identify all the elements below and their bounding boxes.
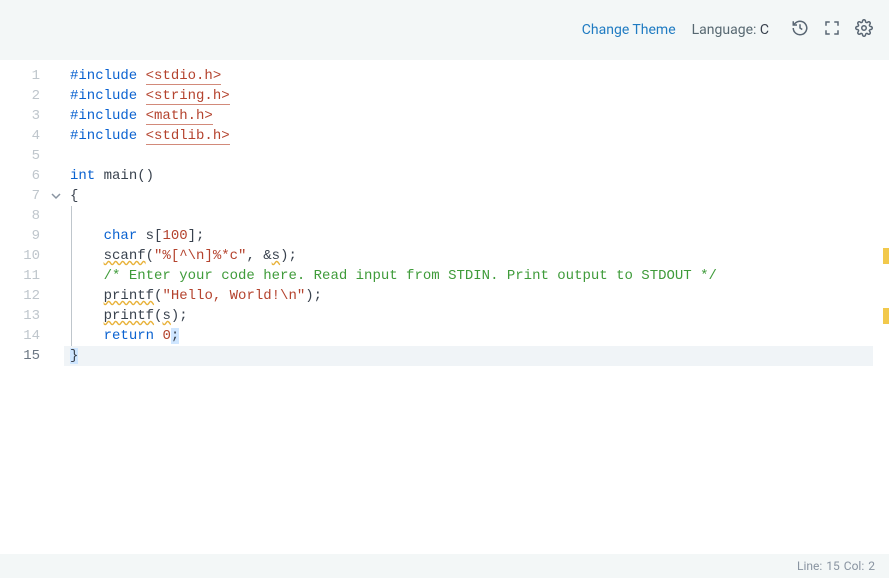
line-number: 15: [0, 346, 40, 366]
warning-marker[interactable]: [883, 308, 889, 324]
change-theme-link[interactable]: Change Theme: [582, 22, 676, 38]
line-number: 1: [0, 66, 40, 86]
fold-slot: [48, 66, 64, 86]
status-line-label: Line:: [797, 559, 822, 573]
code-line[interactable]: printf("Hello, World!\n");: [70, 286, 873, 306]
code-line[interactable]: #include <string.h>: [70, 86, 873, 106]
line-number: 5: [0, 146, 40, 166]
warning-marker[interactable]: [883, 248, 889, 264]
language-indicator[interactable]: Language: C: [692, 22, 769, 38]
line-number: 7: [0, 186, 40, 206]
line-number: 10: [0, 246, 40, 266]
line-number: 6: [0, 166, 40, 186]
fullscreen-icon[interactable]: [823, 19, 841, 41]
fold-slot: [48, 326, 64, 346]
fold-slot: [48, 166, 64, 186]
line-number: 13: [0, 306, 40, 326]
fold-slot: [48, 226, 64, 246]
code-line[interactable]: #include <stdio.h>: [70, 66, 873, 86]
line-number: 12: [0, 286, 40, 306]
code-line[interactable]: #include <math.h>: [70, 106, 873, 126]
code-line[interactable]: {: [70, 186, 873, 206]
fold-toggle[interactable]: [48, 186, 64, 206]
marker-column: [873, 60, 889, 554]
fold-slot: [48, 266, 64, 286]
fold-slot: [48, 146, 64, 166]
line-number: 8: [0, 206, 40, 226]
fold-slot: [48, 86, 64, 106]
code-line[interactable]: scanf("%[^\n]%*c", &s);: [70, 246, 873, 266]
code-line[interactable]: /* Enter your code here. Read input from…: [70, 266, 873, 286]
language-label: Language:: [692, 22, 757, 38]
status-bar: Line: 15 Col: 2: [0, 554, 889, 578]
code-line[interactable]: [70, 146, 873, 166]
line-number: 2: [0, 86, 40, 106]
code-line[interactable]: return 0;: [70, 326, 873, 346]
line-number: 11: [0, 266, 40, 286]
code-area[interactable]: #include <stdio.h>#include <string.h>#in…: [64, 60, 873, 554]
code-line[interactable]: printf(s);: [70, 306, 873, 326]
line-number: 3: [0, 106, 40, 126]
line-number-gutter: 123456789101112131415: [0, 60, 48, 554]
language-value: C: [760, 22, 769, 38]
settings-icon[interactable]: [855, 19, 873, 41]
status-line-value: 15: [826, 559, 840, 573]
code-line[interactable]: [70, 206, 873, 226]
fold-slot: [48, 246, 64, 266]
history-icon[interactable]: [791, 19, 809, 41]
code-editor[interactable]: 123456789101112131415 #include <stdio.h>…: [0, 60, 889, 554]
fold-gutter: [48, 60, 64, 554]
editor-toolbar: Change Theme Language: C: [0, 0, 889, 60]
line-number: 4: [0, 126, 40, 146]
fold-slot: [48, 106, 64, 126]
code-line[interactable]: int main(): [70, 166, 873, 186]
line-number: 14: [0, 326, 40, 346]
line-number: 9: [0, 226, 40, 246]
code-line[interactable]: #include <stdlib.h>: [70, 126, 873, 146]
fold-slot: [48, 306, 64, 326]
fold-slot: [48, 346, 64, 366]
fold-slot: [48, 286, 64, 306]
status-col-label: Col:: [844, 559, 864, 573]
code-line[interactable]: }: [70, 346, 873, 366]
fold-slot: [48, 206, 64, 226]
fold-slot: [48, 126, 64, 146]
status-col-value: 2: [868, 559, 875, 573]
code-line[interactable]: char s[100];: [70, 226, 873, 246]
